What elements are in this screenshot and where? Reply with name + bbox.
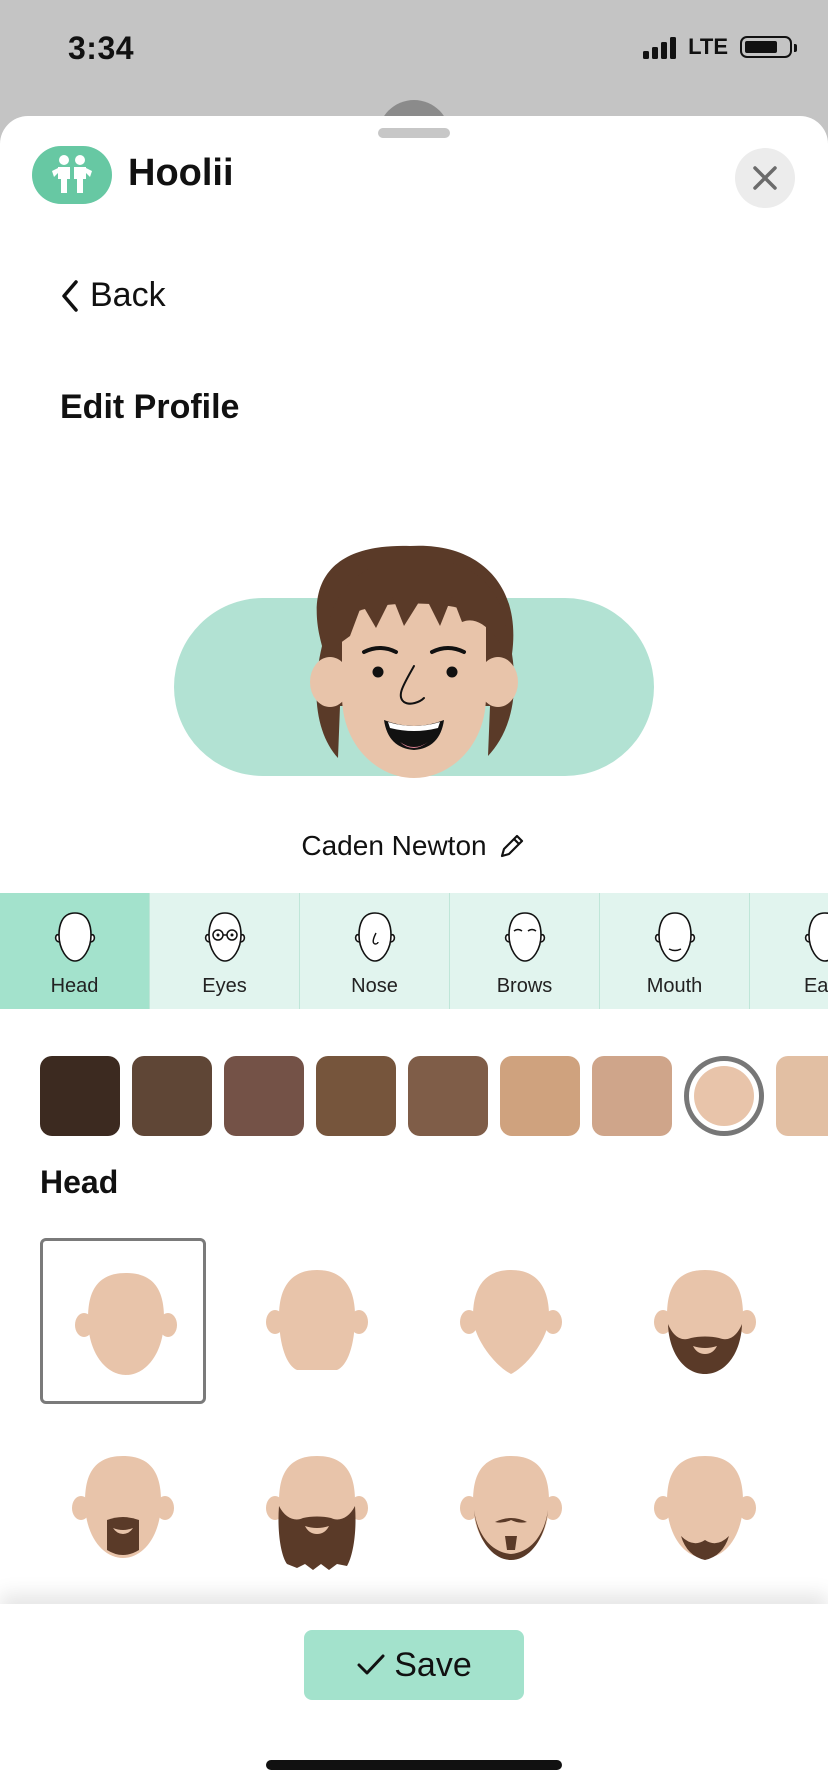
color-swatch[interactable]: [592, 1056, 672, 1136]
home-indicator[interactable]: [266, 1760, 562, 1770]
color-swatch-selected[interactable]: [684, 1056, 764, 1136]
head-thumbnail: [654, 1270, 756, 1374]
sheet-grabber[interactable]: [378, 128, 450, 138]
feature-tabs: Head Eyes Nose Brows Mouth Ea: [0, 893, 828, 1009]
head-thumbnail: [75, 1273, 177, 1375]
app-logo: [32, 146, 112, 204]
status-indicators: LTE: [643, 34, 797, 60]
tab-label: Ears: [803, 975, 828, 997]
chevron-left-icon: [62, 279, 78, 312]
color-swatch[interactable]: [408, 1056, 488, 1136]
status-bar: 3:34 LTE: [0, 0, 828, 100]
tab-label: Brows: [496, 975, 553, 997]
nose-icon: [354, 912, 395, 962]
ears-icon: [804, 912, 828, 962]
app-name: Hoolii: [128, 152, 234, 194]
tab-brows[interactable]: Brows: [450, 893, 600, 1009]
head-icon: [54, 912, 95, 962]
head-thumbnail: [460, 1456, 562, 1560]
color-swatch[interactable]: [40, 1056, 120, 1136]
color-swatch[interactable]: [224, 1056, 304, 1136]
color-swatch[interactable]: [500, 1056, 580, 1136]
back-button[interactable]: Back: [60, 276, 166, 315]
color-swatch[interactable]: [316, 1056, 396, 1136]
avatar-preview: [0, 476, 828, 876]
section-title: Head: [40, 1164, 119, 1200]
close-button[interactable]: [735, 148, 795, 208]
tab-head[interactable]: Head: [0, 893, 150, 1009]
people-icon: [52, 155, 92, 193]
head-option-plain-2[interactable]: [234, 1238, 400, 1404]
head-option-chin-strap-mustache[interactable]: [428, 1424, 594, 1590]
status-time: 3:34: [68, 30, 135, 66]
skin-color-picker: [40, 1056, 828, 1136]
head-thumbnail: [72, 1456, 174, 1558]
head-option-chin-beard[interactable]: [622, 1424, 788, 1590]
head-thumbnail: [266, 1270, 368, 1370]
head-option-full-beard-long[interactable]: [234, 1424, 400, 1590]
head-option-plain[interactable]: [40, 1238, 206, 1404]
color-swatch[interactable]: [776, 1056, 828, 1136]
head-thumbnail: [654, 1456, 756, 1560]
save-label: Save: [394, 1645, 472, 1684]
mouth-icon: [654, 912, 695, 962]
battery-icon: [740, 36, 797, 58]
tab-label: Eyes: [202, 975, 247, 997]
save-button[interactable]: Save: [304, 1630, 524, 1700]
signal-icon: [643, 35, 677, 59]
head-option-full-beard-short[interactable]: [622, 1238, 788, 1404]
close-icon: [753, 166, 777, 190]
tab-ears[interactable]: Ears: [750, 893, 828, 1009]
pencil-icon[interactable]: [497, 831, 527, 861]
tab-label: Mouth: [646, 975, 703, 997]
eyes-icon: [204, 912, 245, 962]
tab-label: Head: [50, 975, 99, 997]
tab-nose[interactable]: Nose: [300, 893, 450, 1009]
head-thumbnail: [266, 1456, 368, 1570]
tab-mouth[interactable]: Mouth: [600, 893, 750, 1009]
bottom-bar: Save: [0, 1604, 828, 1792]
back-label: Back: [90, 276, 166, 314]
profile-name: Caden Newton: [301, 830, 487, 861]
head-option-pointed[interactable]: [428, 1238, 594, 1404]
network-label: LTE: [688, 34, 728, 59]
tab-eyes[interactable]: Eyes: [150, 893, 300, 1009]
page-title: Edit Profile: [60, 388, 240, 426]
profile-name-row[interactable]: Caden Newton: [0, 830, 828, 862]
head-thumbnail: [460, 1270, 562, 1374]
tab-label: Nose: [351, 975, 398, 997]
head-option-goatee[interactable]: [40, 1424, 206, 1590]
checkmark-icon: [357, 1654, 385, 1675]
brows-icon: [504, 912, 545, 962]
color-swatch[interactable]: [132, 1056, 212, 1136]
edit-profile-sheet: Hoolii Back Edit Profile Caden Newton He…: [0, 116, 828, 1792]
